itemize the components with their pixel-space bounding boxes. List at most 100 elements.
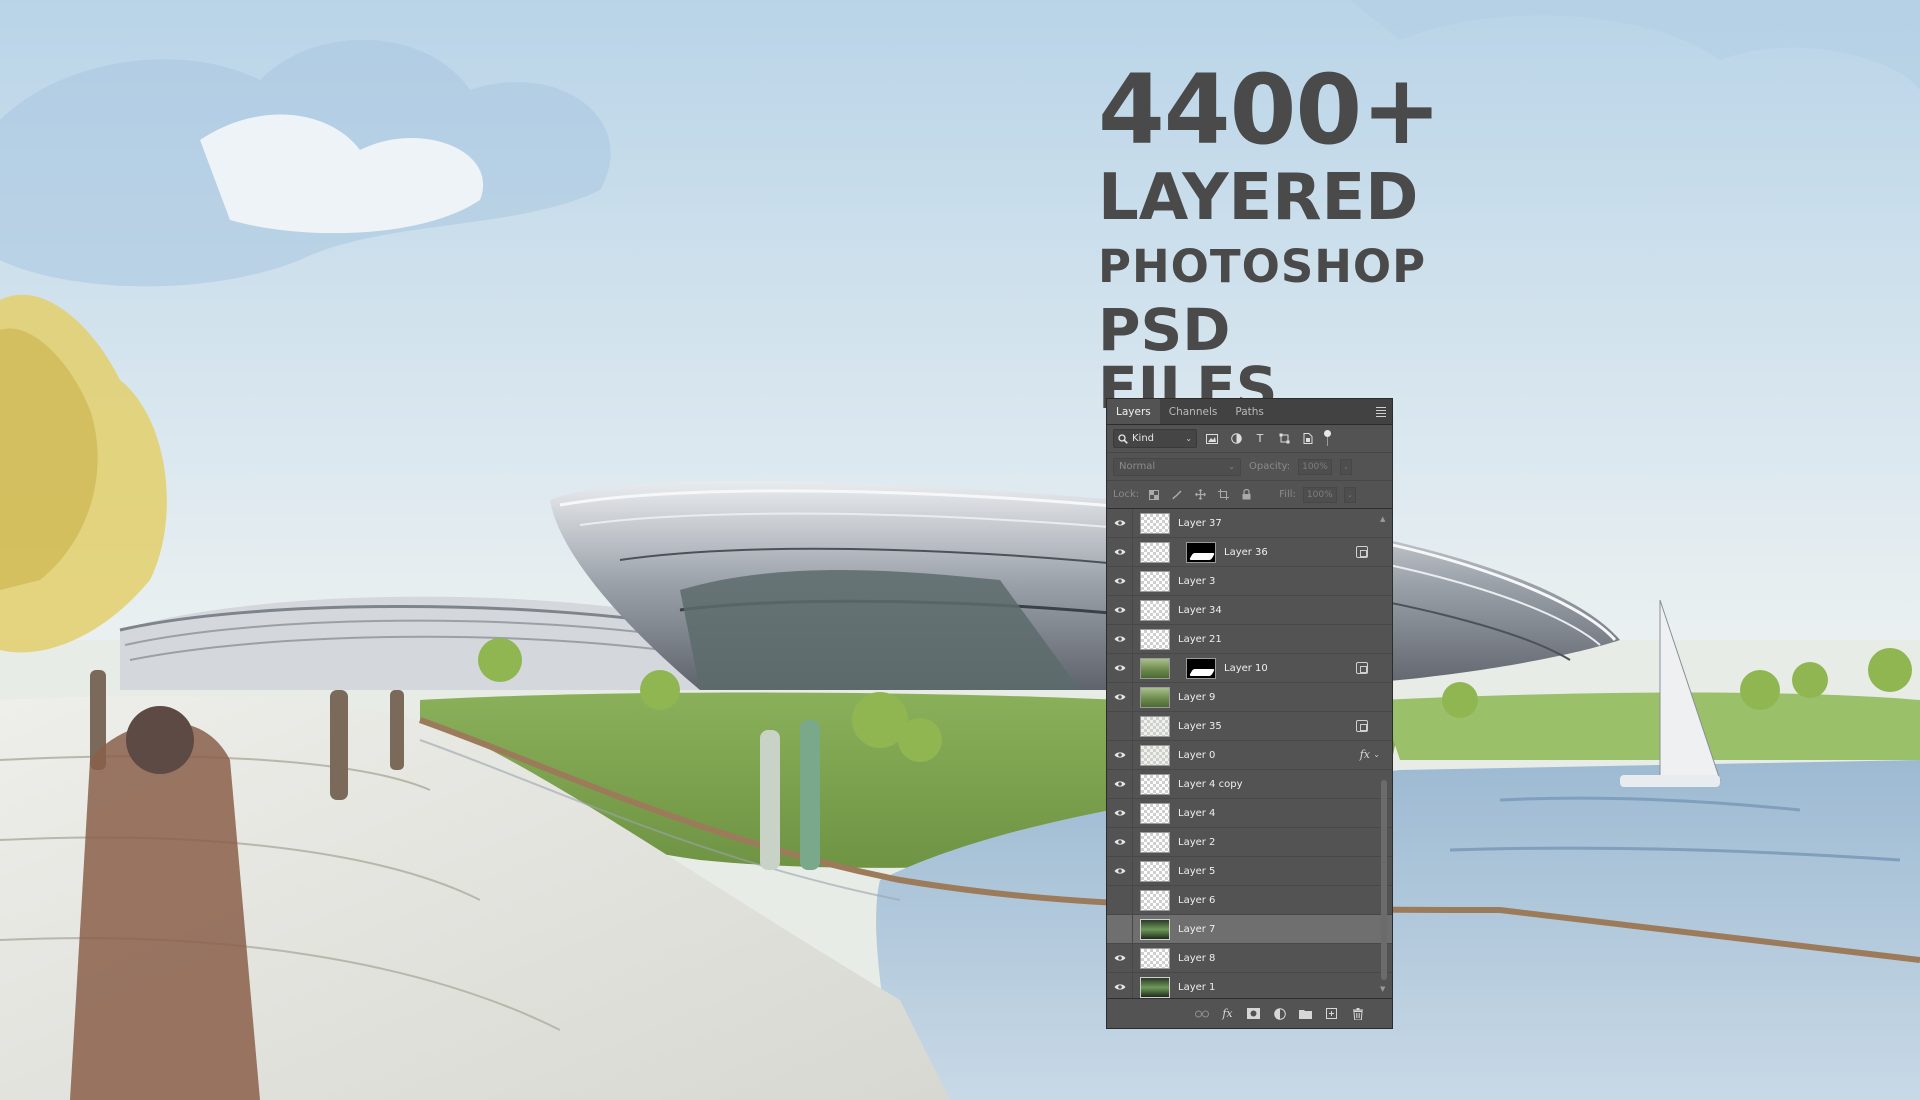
smart-object-badge-icon xyxy=(1356,720,1368,732)
visibility-off-toggle[interactable] xyxy=(1107,914,1133,944)
lock-move-icon[interactable] xyxy=(1192,487,1208,503)
visibility-eye-icon[interactable] xyxy=(1107,856,1133,886)
fill-field[interactable]: 100% xyxy=(1302,486,1337,503)
visibility-off-toggle[interactable] xyxy=(1107,885,1133,915)
visibility-eye-icon[interactable] xyxy=(1107,943,1133,973)
visibility-eye-icon[interactable] xyxy=(1107,509,1133,538)
layer-name: Layer 4 xyxy=(1178,807,1216,819)
layer-thumbnail xyxy=(1140,686,1170,708)
layer-row[interactable]: Layer 6 xyxy=(1107,885,1392,915)
layer-row[interactable]: Layer 35 xyxy=(1107,711,1392,741)
layer-row[interactable]: Layer 21 xyxy=(1107,624,1392,654)
lock-all-icon[interactable] xyxy=(1238,487,1254,503)
layers-panel: Layers Channels Paths Kind ⌄ T Normal ⌄ … xyxy=(1106,398,1393,1029)
layer-name: Layer 5 xyxy=(1178,865,1216,877)
chevron-down-icon: ⌄ xyxy=(1228,462,1235,471)
scroll-down-icon[interactable]: ▼ xyxy=(1380,985,1385,993)
layer-effects-fx-icon[interactable]: fx xyxy=(1360,748,1370,761)
panel-footer: fx xyxy=(1107,998,1392,1028)
add-mask-icon[interactable] xyxy=(1245,1005,1262,1022)
layer-thumbnail xyxy=(1140,802,1170,824)
blend-row: Normal ⌄ Opacity: 100% ⌄ xyxy=(1107,453,1392,481)
panel-tabbar: Layers Channels Paths xyxy=(1107,399,1392,425)
layer-row[interactable]: Layer 37 xyxy=(1107,509,1392,538)
layer-row[interactable]: Layer 5 xyxy=(1107,856,1392,886)
panel-menu-icon[interactable] xyxy=(1370,399,1392,424)
lock-brush-icon[interactable] xyxy=(1169,487,1185,503)
layer-name: Layer 3 xyxy=(1178,575,1216,587)
visibility-off-toggle[interactable] xyxy=(1107,711,1133,741)
layer-name: Layer 21 xyxy=(1178,633,1222,645)
layer-row[interactable]: Layer 0 fx ⌄ xyxy=(1107,740,1392,770)
opacity-field[interactable]: 100% xyxy=(1298,458,1333,475)
layer-row[interactable]: Layer 4 xyxy=(1107,798,1392,828)
visibility-eye-icon[interactable] xyxy=(1107,740,1133,770)
lock-transparency-icon[interactable] xyxy=(1146,487,1162,503)
layer-name: Layer 6 xyxy=(1178,894,1216,906)
layer-row[interactable]: Layer 4 copy xyxy=(1107,769,1392,799)
visibility-eye-icon[interactable] xyxy=(1107,537,1133,567)
new-group-folder-icon[interactable] xyxy=(1297,1005,1314,1022)
layer-row[interactable]: Layer 3 xyxy=(1107,566,1392,596)
layer-row[interactable]: Layer 7 xyxy=(1107,914,1392,944)
layer-row[interactable]: Layer 36 xyxy=(1107,537,1392,567)
layer-thumbnail xyxy=(1140,628,1170,650)
layer-row[interactable]: Layer 8 xyxy=(1107,943,1392,973)
visibility-eye-icon[interactable] xyxy=(1107,769,1133,799)
filter-type-icon[interactable]: T xyxy=(1251,430,1269,448)
tab-channels[interactable]: Channels xyxy=(1160,399,1227,424)
layer-name: Layer 7 xyxy=(1178,923,1216,935)
layer-list-scrollbar[interactable]: ▲ ▼ xyxy=(1380,515,1388,993)
visibility-eye-icon[interactable] xyxy=(1107,566,1133,596)
layer-name: Layer 2 xyxy=(1178,836,1216,848)
chevron-down-icon[interactable]: ⌄ xyxy=(1373,750,1380,759)
layer-thumbnail xyxy=(1140,512,1170,534)
filter-pixel-icon[interactable] xyxy=(1203,430,1221,448)
layer-thumbnail xyxy=(1140,889,1170,911)
scroll-up-icon[interactable]: ▲ xyxy=(1380,515,1385,523)
filter-shape-icon[interactable] xyxy=(1275,430,1293,448)
layer-name: Layer 34 xyxy=(1178,604,1222,616)
filter-smart-object-icon[interactable] xyxy=(1299,430,1317,448)
layer-row[interactable]: Layer 2 xyxy=(1107,827,1392,857)
visibility-eye-icon[interactable] xyxy=(1107,682,1133,712)
visibility-eye-icon[interactable] xyxy=(1107,624,1133,654)
layer-thumbnail xyxy=(1140,860,1170,882)
layer-name: Layer 9 xyxy=(1178,691,1216,703)
layer-name: Layer 1 xyxy=(1178,981,1216,993)
headline-line-2: LAYERED xyxy=(1098,161,1419,235)
filter-adjustment-icon[interactable] xyxy=(1227,430,1245,448)
layer-mask-thumbnail[interactable] xyxy=(1186,657,1216,679)
visibility-eye-icon[interactable] xyxy=(1107,595,1133,625)
tab-paths[interactable]: Paths xyxy=(1226,399,1273,424)
visibility-eye-icon[interactable] xyxy=(1107,798,1133,828)
visibility-eye-icon[interactable] xyxy=(1107,972,1133,998)
trash-icon[interactable] xyxy=(1349,1005,1366,1022)
lock-artboard-icon[interactable] xyxy=(1215,487,1231,503)
layer-thumbnail xyxy=(1140,918,1170,940)
tab-layers[interactable]: Layers xyxy=(1107,399,1160,424)
chevron-down-icon[interactable]: ⌄ xyxy=(1340,458,1353,475)
layer-name: Layer 8 xyxy=(1178,952,1216,964)
visibility-eye-icon[interactable] xyxy=(1107,653,1133,683)
link-layers-icon[interactable] xyxy=(1193,1005,1210,1022)
layer-style-fx-icon[interactable]: fx xyxy=(1219,1005,1236,1022)
layer-row[interactable]: Layer 1 xyxy=(1107,972,1392,998)
layer-row[interactable]: Layer 34 xyxy=(1107,595,1392,625)
adjustment-layer-icon[interactable] xyxy=(1271,1005,1288,1022)
scrollbar-thumb[interactable] xyxy=(1381,780,1387,980)
blend-mode-select[interactable]: Normal ⌄ xyxy=(1113,457,1241,476)
layer-name: Layer 10 xyxy=(1224,662,1268,674)
filter-toggle-switch[interactable] xyxy=(1323,429,1331,448)
layer-mask-thumbnail[interactable] xyxy=(1186,541,1216,563)
layer-row[interactable]: Layer 10 xyxy=(1107,653,1392,683)
chevron-down-icon[interactable]: ⌄ xyxy=(1343,486,1356,503)
visibility-eye-icon[interactable] xyxy=(1107,827,1133,857)
fill-label: Fill: xyxy=(1279,489,1296,500)
new-layer-icon[interactable] xyxy=(1323,1005,1340,1022)
layer-name: Layer 37 xyxy=(1178,517,1222,529)
layer-name: Layer 0 xyxy=(1178,749,1216,761)
layer-row[interactable]: Layer 9 xyxy=(1107,682,1392,712)
filter-kind-select[interactable]: Kind ⌄ xyxy=(1113,429,1197,448)
filter-row: Kind ⌄ T xyxy=(1107,425,1392,453)
